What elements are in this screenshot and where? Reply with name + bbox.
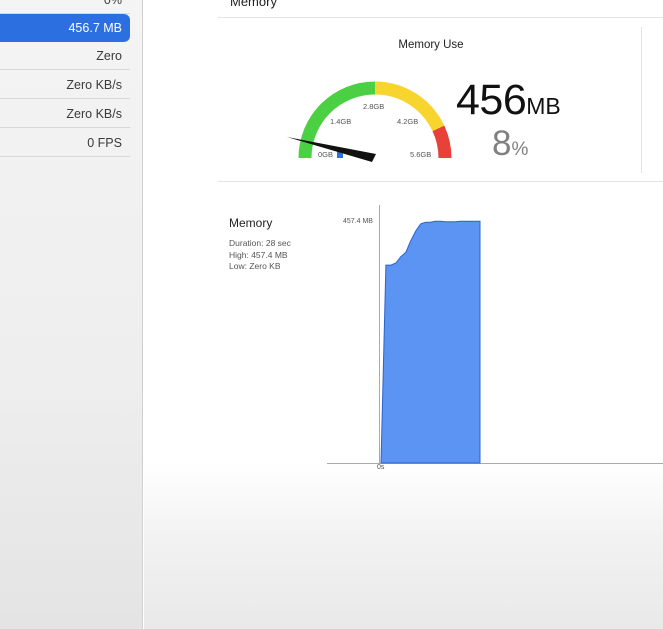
memory-graph: 457.4 MB 0s xyxy=(327,205,663,471)
graph-y-max-label: 457.4 MB xyxy=(343,218,373,225)
graph-x-start-label: 0s xyxy=(377,464,385,471)
memory-area xyxy=(380,220,481,464)
